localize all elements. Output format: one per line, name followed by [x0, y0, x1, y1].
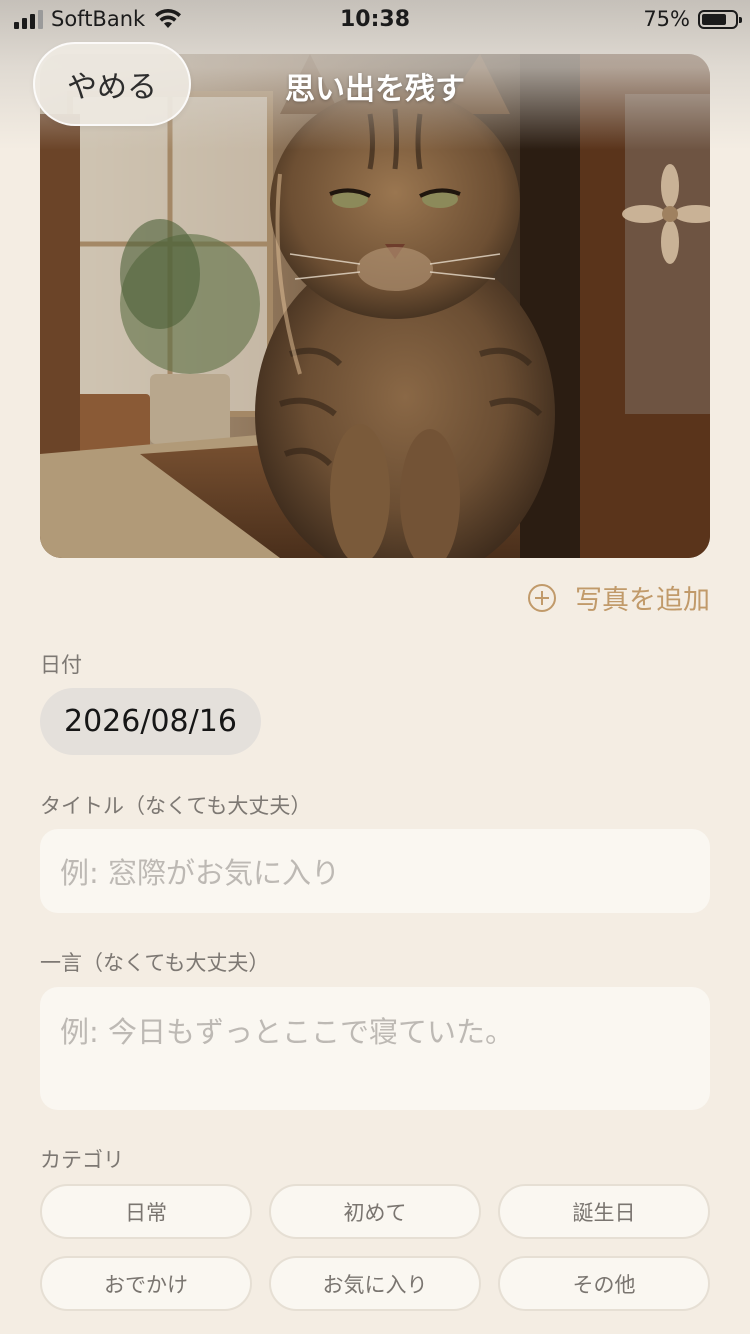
category-chip-first-time[interactable]: 初めて — [269, 1184, 481, 1239]
date-picker[interactable]: 2026/08/16 — [40, 688, 261, 755]
status-time: 10:38 — [339, 7, 411, 32]
category-chip-birthday[interactable]: 誕生日 — [498, 1184, 710, 1239]
category-chips: 日常 初めて 誕生日 おでかけ お気に入り その他 — [40, 1184, 710, 1311]
battery-nub — [739, 16, 742, 23]
page-title: 思い出を残す — [285, 72, 465, 107]
status-right: 75% — [643, 7, 742, 31]
battery-fill — [702, 13, 726, 25]
plus-circle-icon — [528, 583, 556, 612]
category-chip-daily[interactable]: 日常 — [40, 1184, 252, 1239]
category-chip-other[interactable]: その他 — [498, 1256, 710, 1311]
battery-percent: 75% — [643, 7, 690, 31]
date-label: 日付 — [40, 653, 82, 677]
title-label: タイトル（なくても大丈夫） — [40, 794, 312, 818]
comment-input[interactable]: 例: 今日もずっとここで寝ていた。 — [40, 987, 710, 1110]
title-input[interactable]: 例: 窓際がお気に入り — [40, 829, 710, 913]
category-chip-favorite[interactable]: お気に入り — [269, 1256, 481, 1311]
category-chip-outing[interactable]: おでかけ — [40, 1256, 252, 1311]
add-photo-button[interactable]: 写真を追加 — [527, 578, 710, 617]
category-label: カテゴリ — [40, 1148, 124, 1172]
comment-label: 一言（なくても大丈夫） — [40, 951, 270, 975]
add-photo-label: 写真を追加 — [575, 585, 710, 616]
battery-icon — [698, 9, 742, 29]
status-bar: SoftBank 10:38 75% — [0, 0, 750, 40]
